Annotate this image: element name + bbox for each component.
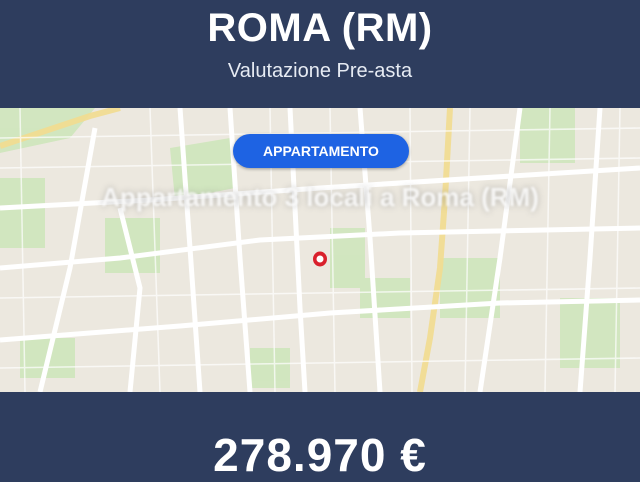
map-pin-icon[interactable] <box>313 251 327 267</box>
listing-description: Appartamento 3 locali a Roma (RM) <box>101 182 539 212</box>
price-value: 278.970 € <box>213 429 427 481</box>
page-subtitle: Valutazione Pre-asta <box>227 60 413 82</box>
property-type-badge: APPARTAMENTO <box>233 134 409 168</box>
page-title: ROMA (RM) <box>207 6 433 50</box>
header-banner: ROMA (RM) Valutazione Pre-asta <box>0 0 640 108</box>
